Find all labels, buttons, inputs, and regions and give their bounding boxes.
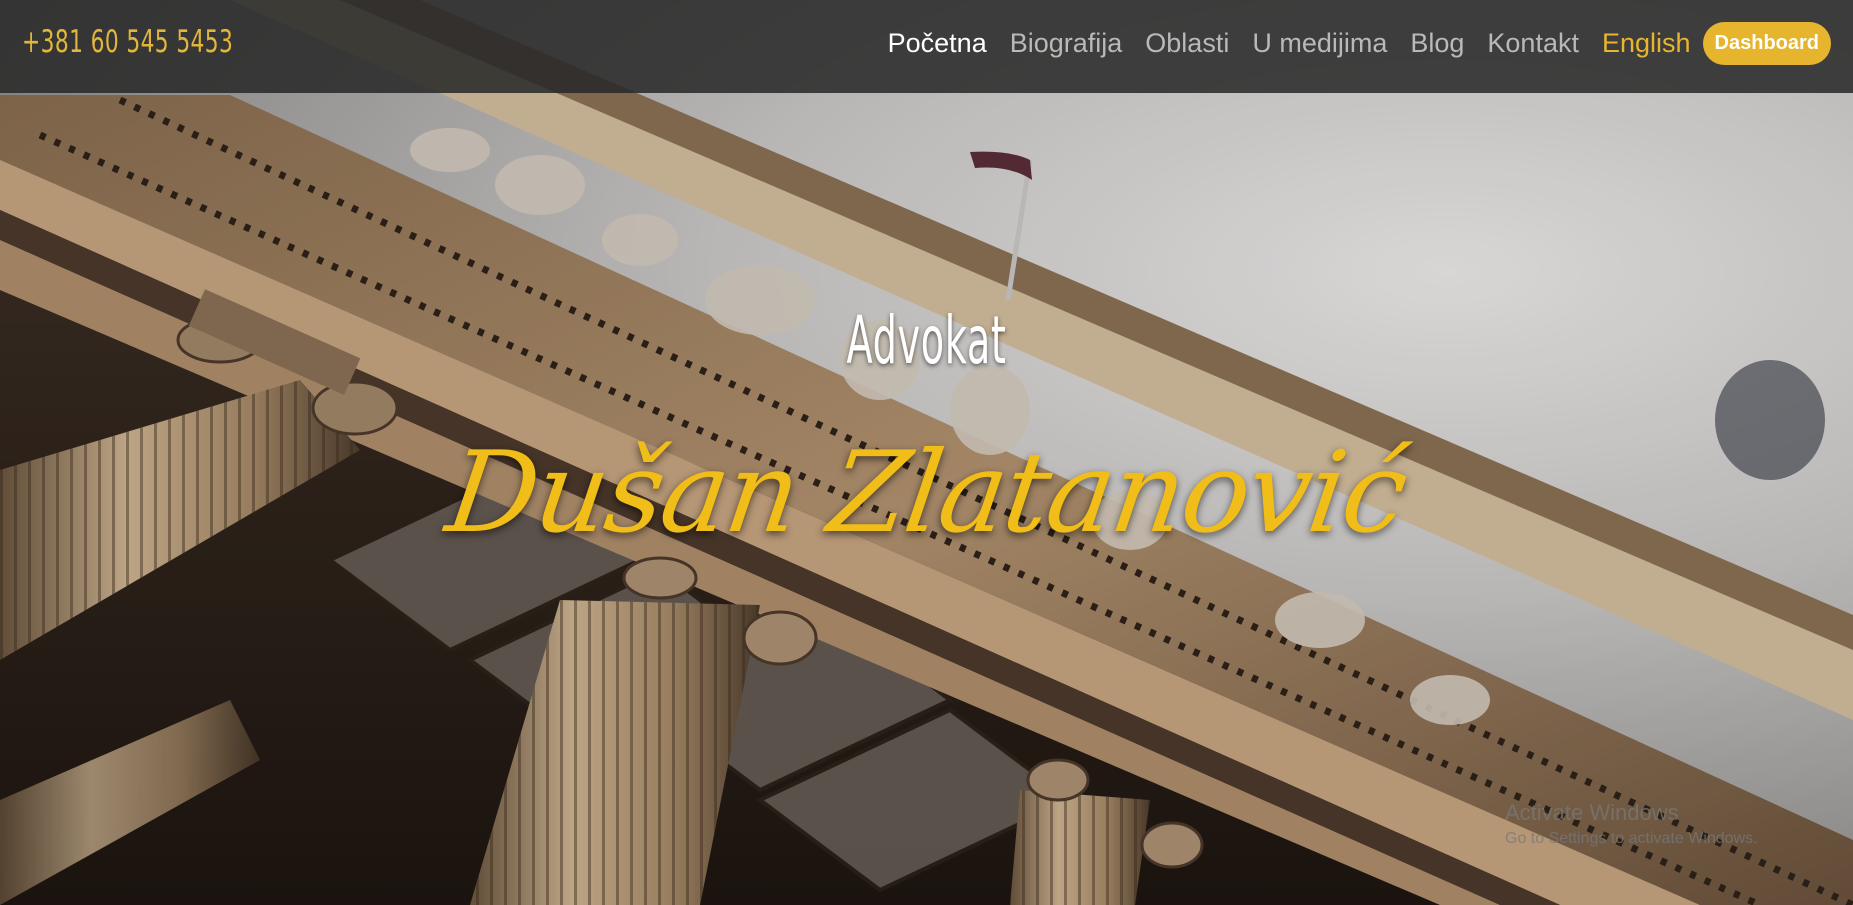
hero-subtitle: Advokat: [846, 302, 1007, 379]
nav-contact[interactable]: Kontakt: [1487, 28, 1579, 59]
nav-areas[interactable]: Oblasti: [1145, 28, 1229, 59]
watermark-title: Activate Windows: [1505, 800, 1679, 825]
nav-blog[interactable]: Blog: [1410, 28, 1464, 59]
watermark-subtitle: Go to Settings to activate Windows.: [1505, 830, 1758, 847]
nav-biography[interactable]: Biografija: [1010, 28, 1123, 59]
nav-home[interactable]: Početna: [888, 28, 987, 59]
windows-activation-watermark: Activate Windows Go to Settings to activ…: [1505, 800, 1758, 848]
main-nav: Početna Biografija Oblasti U medijima Bl…: [865, 22, 1831, 65]
dashboard-button[interactable]: Dashboard: [1702, 22, 1831, 65]
hero-name: Dušan Zlatanović: [439, 428, 1414, 558]
top-navbar: +381 60 545 5453 Početna Biografija Obla…: [0, 0, 1853, 93]
phone-number[interactable]: +381 60 545 5453: [22, 24, 233, 60]
nav-media[interactable]: U medijima: [1252, 28, 1387, 59]
language-switch[interactable]: English: [1602, 28, 1691, 59]
